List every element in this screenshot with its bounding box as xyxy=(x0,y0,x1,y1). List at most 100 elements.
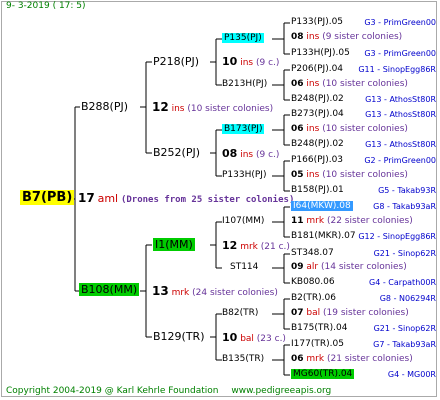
gen3-desc-1: (9 c.) xyxy=(255,58,280,68)
gen4-breeding-group: G21 - Sinop62R xyxy=(373,324,436,333)
gen3-queen-5: I107(MM) xyxy=(222,216,265,226)
gen3-desc-7: (23 c.) xyxy=(256,334,286,344)
gen3-queen-8: B135(TR) xyxy=(222,354,265,364)
gen4-breeding-group: G5 - Takab93R xyxy=(378,186,436,195)
gen4-breeding-group: G12 - SinopEgg86R xyxy=(358,232,436,241)
gen3-queen-1-label: P135(PJ) xyxy=(222,33,264,43)
gen4-code: mrk xyxy=(306,216,325,226)
gen4-queen-label: P133H(PJ).05 xyxy=(291,48,350,58)
root-num: 17 xyxy=(78,191,95,205)
gen4-breeding-group: G3 - PrimGreen00 xyxy=(364,18,436,27)
gen4-desc: (22 sister colonies) xyxy=(326,216,413,226)
gen2-queen-3-label: I1(MM) xyxy=(153,238,195,251)
gen4-num: 11 xyxy=(291,216,304,226)
gen4-queen: B273(PJ).04 xyxy=(291,110,344,119)
gen4-queen: P133(PJ).05 xyxy=(291,18,343,27)
gen1-info-1: 12 ins (10 sister colonies) xyxy=(152,101,273,114)
gen4-code: mrk xyxy=(306,354,325,364)
gen2-num-3: 12 xyxy=(222,239,238,252)
gen4-desc: (10 sister colonies) xyxy=(322,170,408,180)
gen4-breeding-group: G4 - Carpath00R xyxy=(369,278,436,287)
gen3-code-1: ins xyxy=(240,58,254,68)
gen4-drone-info: 06 ins (10 sister colonies) xyxy=(291,80,408,89)
gen4-code: bal xyxy=(306,308,321,318)
gen3-code-7: bal xyxy=(240,334,254,344)
gen3-queen-2: B213H(PJ) xyxy=(222,79,268,89)
gen2-num-2: 08 xyxy=(222,147,238,160)
gen2-queen-2: B252(PJ) xyxy=(153,146,201,159)
gen3-queen-4: P133H(PJ) xyxy=(222,170,267,180)
gen4-num: 09 xyxy=(291,262,304,272)
root-desc: (Drones from 25 sister colonies) xyxy=(120,195,295,205)
gen4-queen-label: P166(PJ).03 xyxy=(291,155,344,165)
gen4-queen: B2(TR).06 xyxy=(291,294,336,303)
gen1-queen-2: B108(MM) xyxy=(79,283,140,296)
root-drone-info: 17 aml (Drones from 25 sister colonies) xyxy=(78,192,294,205)
gen4-queen-label: B175(TR).04 xyxy=(291,323,348,333)
gen1-info-2: 13 mrk (24 sister colonies) xyxy=(152,285,278,298)
gen4-num: 05 xyxy=(291,170,304,180)
gen2-code-3: mrk xyxy=(240,242,258,252)
gen2-info-2: 08 ins (9 c.) xyxy=(222,148,279,160)
gen4-queen-label: ST348.07 xyxy=(291,248,334,258)
gen4-breeding-group: G13 - AthosSt80R xyxy=(365,110,436,119)
gen4-queen: P206(PJ).04 xyxy=(291,65,343,74)
gen4-queen-label: B2(TR).06 xyxy=(291,293,336,303)
gen4-num: 07 xyxy=(291,308,304,318)
gen4-queen: MG60(TR).04 xyxy=(291,369,355,379)
gen1-queen-2-label: B108(MM) xyxy=(79,283,140,296)
gen4-drone-info: 06 mrk (21 sister colonies) xyxy=(291,355,413,364)
gen4-desc: (19 sister colonies) xyxy=(323,308,409,318)
gen4-queen-label: P206(PJ).04 xyxy=(291,64,344,74)
gen2-code-2: ins xyxy=(240,150,254,160)
gen4-queen-label: KB080.06 xyxy=(291,277,335,287)
gen4-desc: (10 sister colonies) xyxy=(322,124,408,134)
gen4-drone-info: 07 bal (19 sister colonies) xyxy=(291,309,409,318)
gen4-code: alr xyxy=(306,262,319,272)
root-queen: B7(PB) xyxy=(20,190,75,205)
gen3-queen-3: B173(PJ) xyxy=(222,124,265,134)
gen3-info-1: 10 ins (9 c.) xyxy=(222,56,279,68)
root-code: aml xyxy=(97,192,119,205)
footer-copyright: Copyright 2004-2019 @ Karl Kehrle Founda… xyxy=(6,386,219,396)
gen4-queen-label: I177(TR).05 xyxy=(291,339,344,349)
gen4-breeding-group: G2 - PrimGreen00 xyxy=(364,156,436,165)
gen3-num-7: 10 xyxy=(222,331,238,344)
gen4-queen-label: B181(MKR).07 xyxy=(291,231,356,241)
gen3-queen-6: ST114 xyxy=(230,262,259,272)
gen4-code: ins xyxy=(306,32,320,42)
root-queen-label: B7(PB) xyxy=(20,190,75,205)
gen1-code-1: ins xyxy=(171,104,185,114)
gen3-queen-3-label: B173(PJ) xyxy=(222,124,265,134)
gen4-drone-info: 05 ins (10 sister colonies) xyxy=(291,171,408,180)
gen2-desc-2: (9 c.) xyxy=(255,150,280,160)
gen4-drone-info: 06 ins (10 sister colonies) xyxy=(291,125,408,134)
gen4-drone-info: 09 alr (14 sister colonies) xyxy=(291,263,407,272)
footer: Copyright 2004-2019 @ Karl Kehrle Founda… xyxy=(6,386,341,396)
gen1-desc-2: (24 sister colonies) xyxy=(192,288,278,298)
gen4-queen: I177(TR).05 xyxy=(291,340,344,349)
footer-site[interactable]: www.pedigreeapis.org xyxy=(231,386,331,396)
gen4-breeding-group: G21 - Sinop62R xyxy=(373,249,436,258)
gen4-breeding-group: G3 - PrimGreen00 xyxy=(364,49,436,58)
gen3-queen-7: B82(TR) xyxy=(222,308,259,318)
gen4-drone-info: 11 mrk (22 sister colonies) xyxy=(291,217,413,226)
gen4-queen: B248(PJ).02 xyxy=(291,95,344,104)
gen4-num: 08 xyxy=(291,32,304,42)
gen4-breeding-group: G13 - AthosSt80R xyxy=(365,140,436,149)
gen4-desc: (10 sister colonies) xyxy=(322,79,408,89)
gen1-code-2: mrk xyxy=(171,288,190,298)
gen2-desc-3: (21 c.) xyxy=(260,242,290,252)
gen4-desc: (9 sister colonies) xyxy=(322,32,403,42)
gen4-desc: (21 sister colonies) xyxy=(326,354,413,364)
gen4-breeding-group: G13 - AthosSt80R xyxy=(365,95,436,104)
gen4-queen-label: B248(PJ).02 xyxy=(291,94,344,104)
gen4-queen: B248(PJ).02 xyxy=(291,140,344,149)
gen4-queen: B175(TR).04 xyxy=(291,324,347,333)
gen3-queen-1: P135(PJ) xyxy=(222,33,264,43)
gen4-breeding-group: G8 - N06294R xyxy=(379,294,436,303)
gen2-queen-3: I1(MM) xyxy=(153,238,195,251)
gen4-code: ins xyxy=(306,124,320,134)
gen4-code: ins xyxy=(306,79,320,89)
gen4-breeding-group: G7 - Takab93aR xyxy=(373,340,436,349)
